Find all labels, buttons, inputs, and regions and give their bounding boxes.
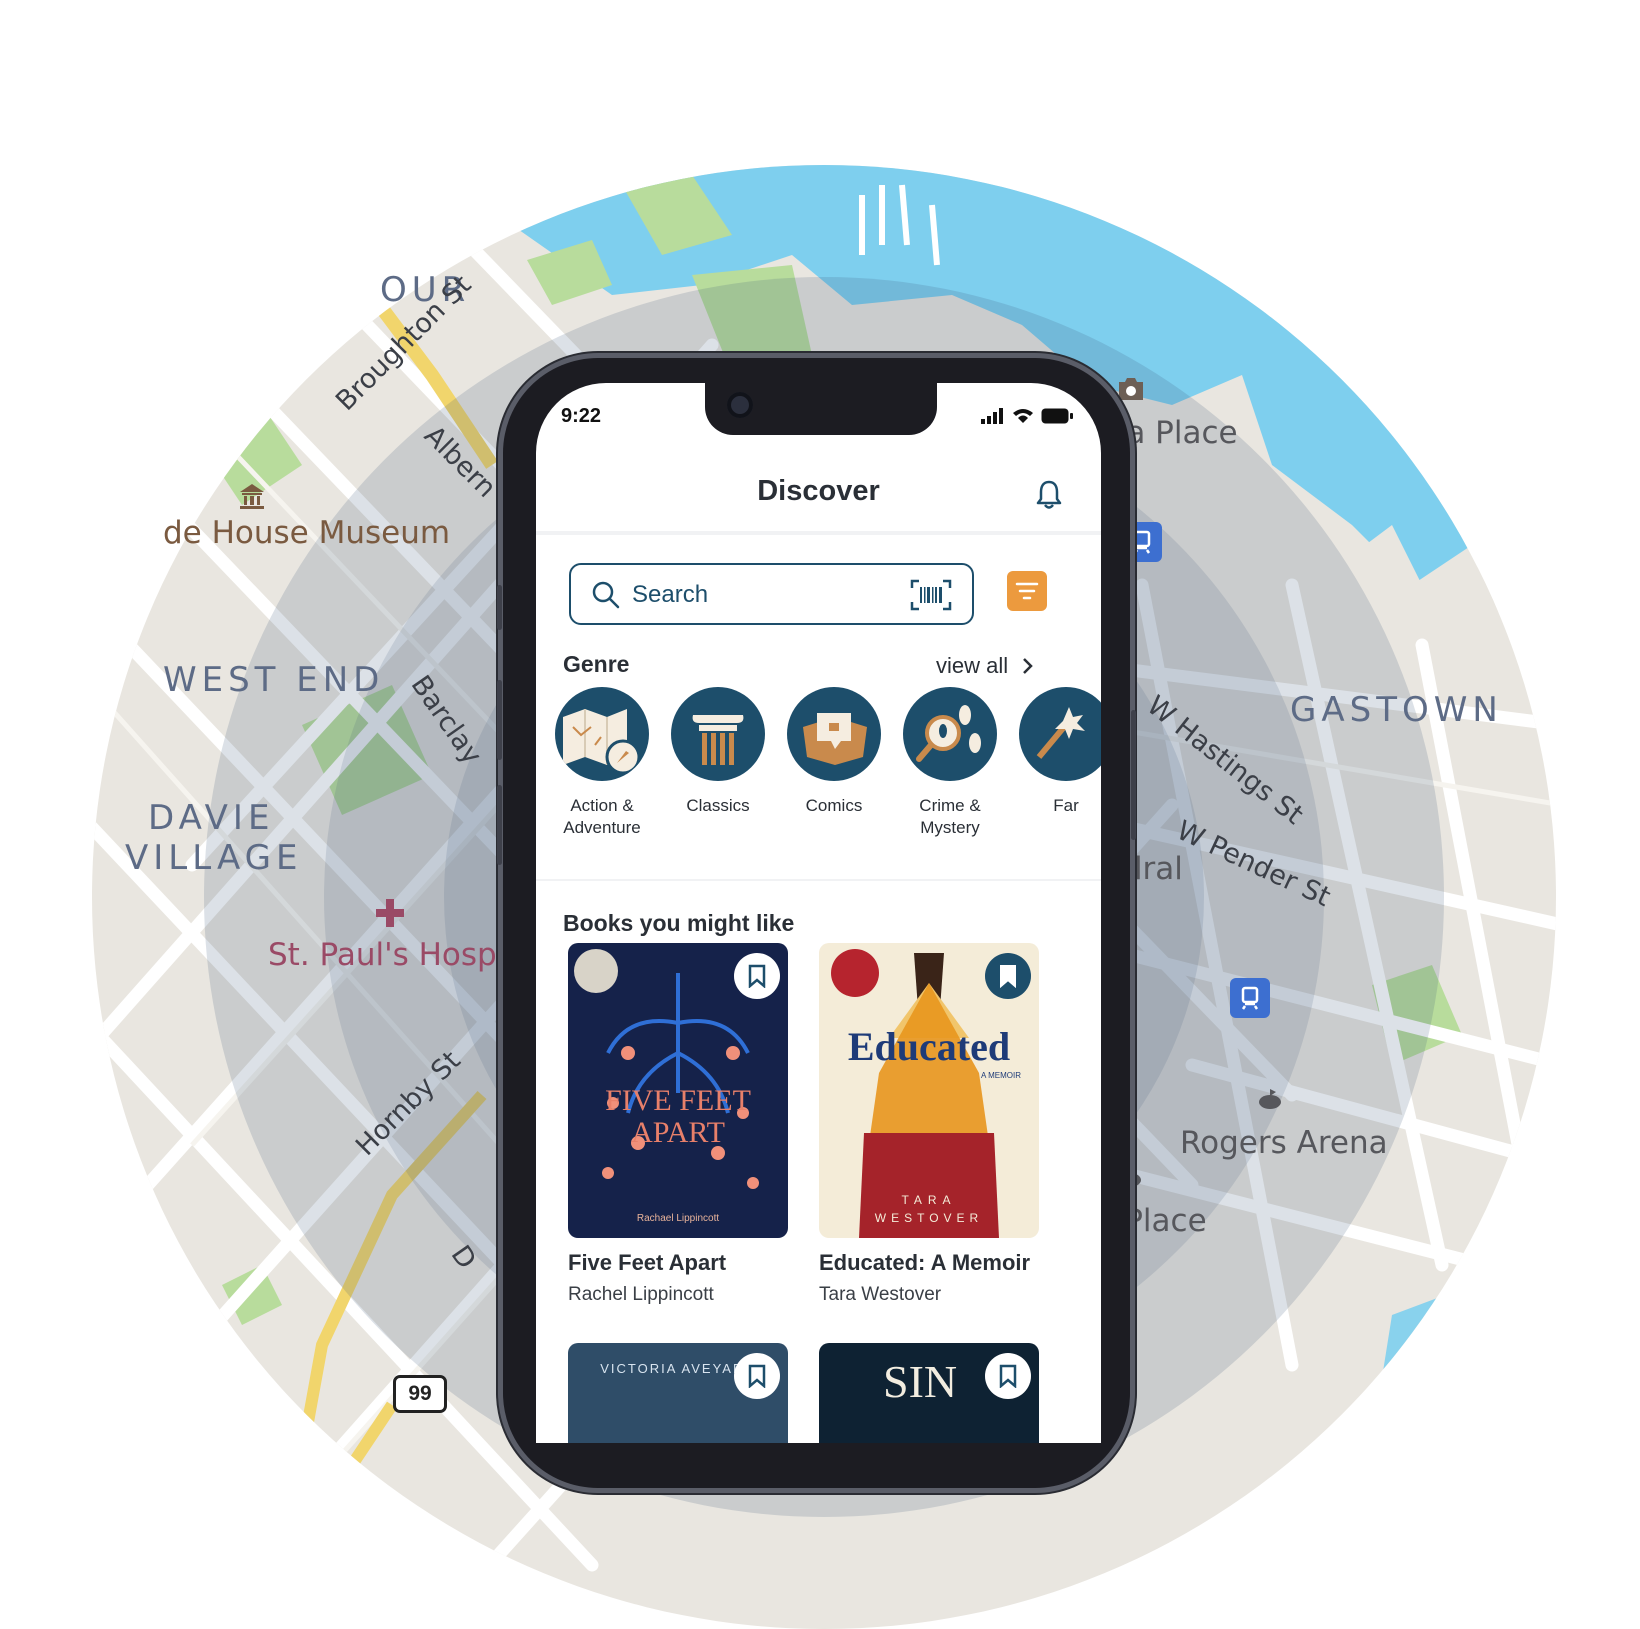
phone-screen: 9:22 Discover Search Genre view all Acti… [536, 383, 1101, 1443]
book-cover[interactable]: Educated A MEMOIR TARA WESTOVER [819, 943, 1039, 1238]
cover-title: SIN [883, 1356, 958, 1407]
column-icon [671, 687, 765, 781]
map-label-rogers-arena: Rogers Arena [1180, 1125, 1388, 1161]
genre-label-2: Adventure [563, 818, 641, 837]
filter-button[interactable] [1007, 571, 1047, 611]
phone-mute-switch [497, 585, 502, 630]
comic-icon [787, 687, 881, 781]
wifi-icon [1013, 409, 1033, 423]
genre-label: Far [1053, 796, 1079, 815]
bookmark-icon [748, 1364, 766, 1388]
status-icons [981, 408, 1073, 424]
bookmark-button[interactable] [734, 953, 780, 999]
book-cover[interactable]: VICTORIA AVEYARD [568, 1343, 788, 1443]
chevron-right-icon [1023, 658, 1033, 674]
bookmark-filled-icon [1000, 965, 1016, 988]
cover-author-2: WESTOVER [874, 1211, 984, 1225]
search-icon [591, 580, 621, 615]
cover-title: Educated [847, 1024, 1011, 1069]
search-placeholder: Search [632, 581, 709, 608]
view-all-label: view all [936, 653, 1009, 678]
book-cover[interactable]: SIN [819, 1343, 1039, 1443]
genre-heading: Genre [563, 651, 630, 677]
stadium-icon [1255, 1085, 1285, 1115]
bookmark-button[interactable] [985, 953, 1031, 999]
book-cover[interactable]: FIVE FEET APART Rachael Lippincott [568, 943, 788, 1238]
phone-volume-down [497, 785, 502, 865]
battery-icon [1041, 408, 1073, 424]
genre-label: Comics [805, 796, 863, 815]
fantasy-icon [1019, 687, 1101, 781]
camera-icon [1115, 374, 1147, 404]
museum-icon [236, 480, 268, 512]
phone-notch [705, 383, 937, 435]
genre-label-1: Crime & [919, 796, 981, 815]
book-title[interactable]: Educated: A Memoir [819, 1250, 1041, 1276]
bell-icon[interactable] [1034, 479, 1064, 516]
book-card[interactable]: SIN [819, 1343, 1041, 1443]
signal-icon [981, 408, 1003, 424]
genre-label-1: Action & [570, 796, 634, 815]
genre-label: Classics [686, 796, 750, 815]
front-camera [727, 392, 753, 418]
genre-crime-mystery[interactable]: Crime & Mystery [894, 687, 1006, 839]
map-label-davie-1: DAVIE [148, 798, 275, 838]
map-compass-icon [555, 687, 649, 781]
barcode-icon[interactable] [910, 579, 952, 616]
hospital-icon [373, 896, 407, 930]
genre-fantasy[interactable]: Far [1010, 687, 1101, 817]
book-card[interactable]: Educated A MEMOIR TARA WESTOVER Educated… [819, 943, 1041, 1306]
skytrain-station-icon [1230, 978, 1270, 1018]
genre-comics[interactable]: Comics [778, 687, 890, 817]
genre-action-adventure[interactable]: Action & Adventure [546, 687, 658, 839]
cover-author-1: TARA [901, 1193, 957, 1207]
header-divider [536, 531, 1101, 535]
phone-volume-up [497, 680, 502, 760]
page-title: Discover [757, 475, 880, 507]
map-label-davie-2: VILLAGE [125, 838, 303, 878]
book-author: Rachel Lippincott [568, 1284, 714, 1305]
view-all-link[interactable]: view all [936, 653, 1034, 679]
map-label-gastown: GASTOWN [1290, 690, 1503, 730]
bookmark-button[interactable] [985, 1353, 1031, 1399]
bookmark-icon [748, 964, 766, 988]
cover-author: Rachael Lippincott [636, 1213, 720, 1224]
highway-shield: 99 [393, 1375, 447, 1413]
genre-divider [536, 879, 1101, 881]
search-input[interactable]: Search [569, 563, 974, 625]
magnifier-footprints-icon [903, 687, 997, 781]
book-card[interactable]: FIVE FEET APART Rachael Lippincott Five … [568, 943, 790, 1306]
map-label-museum: de House Museum [163, 515, 451, 551]
map-label-west-end: WEST END [163, 660, 385, 700]
map-label-hospital: St. Paul's Hospit [268, 937, 518, 973]
status-time: 9:22 [561, 405, 602, 427]
cover-subtitle: A MEMOIR [981, 1071, 1022, 1080]
phone-power-button [1131, 710, 1136, 840]
genre-classics[interactable]: Classics [662, 687, 774, 817]
books-heading: Books you might like [563, 910, 795, 936]
bookmark-icon [999, 1364, 1017, 1388]
book-title[interactable]: Five Feet Apart [568, 1250, 790, 1276]
bookmark-button[interactable] [734, 1353, 780, 1399]
genre-label-2: Mystery [920, 818, 980, 837]
filter-icon [1015, 582, 1039, 600]
book-author: Tara Westover [819, 1284, 942, 1305]
book-card[interactable]: VICTORIA AVEYARD [568, 1343, 790, 1443]
cover-title: FIVE FEET APART [605, 1084, 751, 1149]
